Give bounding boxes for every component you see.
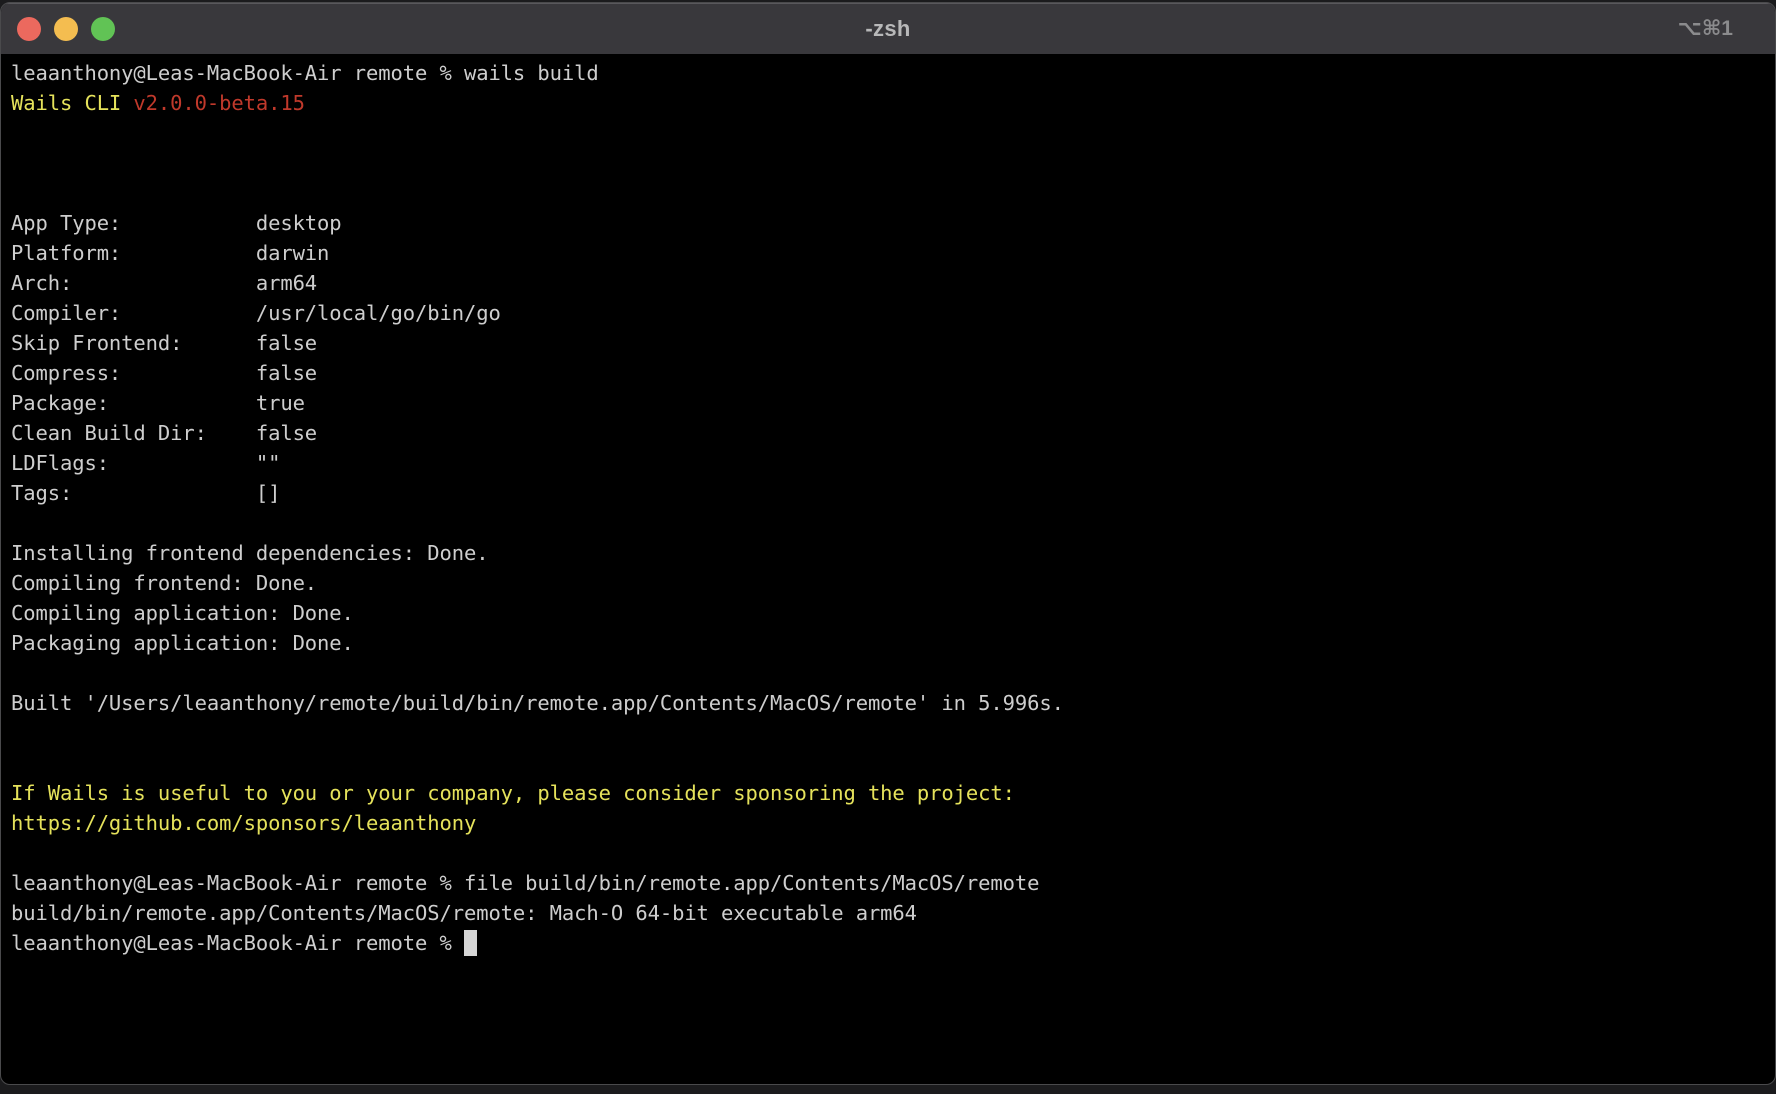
terminal-line: Arch: arm64 <box>11 268 1765 298</box>
terminal-output[interactable]: leaanthony@Leas-MacBook-Air remote % wai… <box>1 55 1775 968</box>
terminal-line <box>11 118 1765 148</box>
terminal-line: Built '/Users/leaanthony/remote/build/bi… <box>11 688 1765 718</box>
terminal-text-segment: leaanthony@Leas-MacBook-Air remote % <box>11 931 464 955</box>
terminal-line: Compiler: /usr/local/go/bin/go <box>11 298 1765 328</box>
terminal-line: Installing frontend dependencies: Done. <box>11 538 1765 568</box>
terminal-line: Packaging application: Done. <box>11 628 1765 658</box>
terminal-text-segment: Built '/Users/leaanthony/remote/build/bi… <box>11 691 1064 715</box>
terminal-cursor <box>464 930 477 956</box>
terminal-line: Platform: darwin <box>11 238 1765 268</box>
terminal-text-segment: https://github.com/sponsors/leaanthony <box>11 811 476 835</box>
terminal-line <box>11 178 1765 208</box>
terminal-text-segment: Compiling frontend: Done. <box>11 571 317 595</box>
terminal-line: Tags: [] <box>11 478 1765 508</box>
terminal-text-segment: Clean Build Dir: false <box>11 421 317 445</box>
terminal-line: If Wails is useful to you or your compan… <box>11 778 1765 808</box>
terminal-text-segment: Arch: arm64 <box>11 271 317 295</box>
terminal-line <box>11 748 1765 778</box>
terminal-line: Compiling application: Done. <box>11 598 1765 628</box>
terminal-line: Skip Frontend: false <box>11 328 1765 358</box>
terminal-text-segment: Skip Frontend: false <box>11 331 317 355</box>
terminal-text-segment: Compress: false <box>11 361 317 385</box>
terminal-text-segment: build/bin/remote.app/Contents/MacOS/remo… <box>11 901 917 925</box>
terminal-text-segment: LDFlags: "" <box>11 451 280 475</box>
terminal-text-segment: Installing frontend dependencies: Done. <box>11 541 488 565</box>
terminal-line <box>11 508 1765 538</box>
traffic-lights <box>17 3 115 54</box>
window-title: -zsh <box>865 16 910 42</box>
terminal-line <box>11 838 1765 868</box>
close-button[interactable] <box>17 17 41 41</box>
terminal-window: -zsh ⌥⌘1 leaanthony@Leas-MacBook-Air rem… <box>0 2 1776 1085</box>
terminal-line: leaanthony@Leas-MacBook-Air remote % <box>11 928 1765 958</box>
terminal-line: Clean Build Dir: false <box>11 418 1765 448</box>
terminal-text-segment: App Type: desktop <box>11 211 342 235</box>
terminal-line: build/bin/remote.app/Contents/MacOS/remo… <box>11 898 1765 928</box>
terminal-text-segment: Package: true <box>11 391 305 415</box>
terminal-text-segment: If Wails is useful to you or your compan… <box>11 781 1015 805</box>
terminal-line: Compress: false <box>11 358 1765 388</box>
terminal-text-segment: Platform: darwin <box>11 241 329 265</box>
zoom-button[interactable] <box>91 17 115 41</box>
terminal-text-segment: leaanthony@Leas-MacBook-Air remote % fil… <box>11 871 1039 895</box>
terminal-line: LDFlags: "" <box>11 448 1765 478</box>
terminal-text-segment: Wails CLI <box>11 91 133 115</box>
terminal-line: App Type: desktop <box>11 208 1765 238</box>
terminal-line: https://github.com/sponsors/leaanthony <box>11 808 1765 838</box>
terminal-text-segment: Compiling application: Done. <box>11 601 354 625</box>
terminal-line: leaanthony@Leas-MacBook-Air remote % wai… <box>11 58 1765 88</box>
terminal-text-segment: leaanthony@Leas-MacBook-Air remote % wai… <box>11 61 599 85</box>
terminal-text-segment: Packaging application: Done. <box>11 631 354 655</box>
terminal-line: Wails CLI v2.0.0-beta.15 <box>11 88 1765 118</box>
terminal-line: Compiling frontend: Done. <box>11 568 1765 598</box>
keyboard-shortcut-label: ⌥⌘1 <box>1678 16 1733 41</box>
terminal-line: leaanthony@Leas-MacBook-Air remote % fil… <box>11 868 1765 898</box>
terminal-text-segment: Compiler: /usr/local/go/bin/go <box>11 301 501 325</box>
minimize-button[interactable] <box>54 17 78 41</box>
terminal-line: Package: true <box>11 388 1765 418</box>
titlebar[interactable]: -zsh ⌥⌘1 <box>1 3 1775 55</box>
terminal-line <box>11 718 1765 748</box>
terminal-text-segment: v2.0.0-beta.15 <box>133 91 304 115</box>
terminal-line <box>11 148 1765 178</box>
terminal-text-segment: Tags: [] <box>11 481 280 505</box>
terminal-line <box>11 658 1765 688</box>
